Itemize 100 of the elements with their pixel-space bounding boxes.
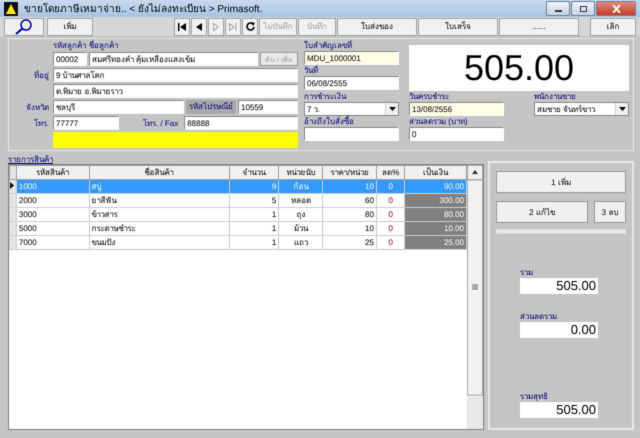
summary-field: 0.00 bbox=[520, 322, 598, 338]
table-cell: ข้าวสาร bbox=[89, 208, 230, 222]
field-label: การชำระเงิน bbox=[304, 92, 348, 101]
input-field[interactable]: 88888 bbox=[184, 116, 298, 130]
input-field[interactable]: 10559 bbox=[238, 100, 298, 114]
input-field[interactable]: 00002 bbox=[53, 52, 87, 66]
field-label: ใบสำคัญเลขที่ bbox=[304, 41, 353, 50]
table-cell: 7000 bbox=[16, 236, 90, 250]
table-cell: หลอด bbox=[278, 194, 323, 208]
action-button[interactable]: 2 แก้ไข bbox=[496, 201, 588, 223]
field-label: วันครบชำระ bbox=[409, 92, 450, 101]
app-logo-icon bbox=[4, 2, 18, 16]
summary-field: 505.00 bbox=[520, 278, 598, 294]
summary-field: 505.00 bbox=[520, 402, 598, 418]
field-label: รหัสลูกค้า bbox=[53, 41, 87, 50]
table-cell: ม้วน bbox=[278, 222, 323, 236]
table-cell: 90.00 bbox=[404, 180, 466, 194]
field-label: ชื่อลูกค้า bbox=[89, 41, 118, 50]
table-cell: ถุง bbox=[278, 208, 323, 222]
table-cell: 2000 bbox=[16, 194, 90, 208]
field-label: ส่วนลดรวม (บาท) bbox=[409, 117, 469, 126]
action-button[interactable]: 1 เพิ่ม bbox=[496, 171, 626, 193]
refresh-button[interactable] bbox=[242, 18, 258, 36]
column-header: ราคา/หน่วย bbox=[322, 166, 376, 180]
field-label: รวม bbox=[520, 268, 534, 277]
close-button[interactable] bbox=[596, 1, 636, 16]
table-cell: 5000 bbox=[16, 222, 90, 236]
table-cell: 60 bbox=[322, 194, 376, 208]
table-cell: 1 bbox=[229, 208, 279, 222]
field-label: รหัสไปรษณีย์ bbox=[186, 100, 236, 114]
table-cell: 1 bbox=[229, 222, 279, 236]
toolbar-button[interactable]: เลิก bbox=[590, 18, 636, 36]
total-display: 505.00 bbox=[409, 45, 629, 91]
toolbar-button[interactable]: ใบเสร็จ bbox=[418, 18, 498, 36]
table-cell: 3000 bbox=[16, 208, 90, 222]
column-header: ชื่อสินค้า bbox=[89, 166, 230, 180]
field-label: ที่อยู่ bbox=[33, 69, 50, 82]
window-title: ขายโดยภาษีเหมาจ่าย.. < ยังไม่ลงทะเบียน > Primasoft. bbox=[24, 2, 264, 16]
table-cell: 1000 bbox=[16, 180, 90, 194]
search-button[interactable] bbox=[4, 18, 44, 36]
field-label: จังหวัด bbox=[25, 102, 50, 114]
input-field[interactable]: MDU_1000001 bbox=[304, 51, 399, 65]
table-cell: 80.00 bbox=[404, 208, 466, 222]
table-cell: ก้อน bbox=[278, 180, 323, 194]
column-header: หน่วยนับ bbox=[278, 166, 323, 180]
column-header: ลด% bbox=[376, 166, 405, 180]
column-header: เป็นเงิน bbox=[404, 166, 466, 180]
field-label: วันที่ bbox=[304, 66, 319, 75]
toolbar-button[interactable]: เพิ่ม bbox=[47, 18, 93, 36]
table-cell: 9 bbox=[229, 180, 279, 194]
table-cell: 25 bbox=[322, 236, 376, 250]
field-label: โทร. / Fax bbox=[142, 118, 180, 130]
table-cell: 80 bbox=[322, 208, 376, 222]
input-field[interactable]: ต.พิมาย อ.พิมายราว bbox=[53, 84, 298, 98]
input-field[interactable]: ชลบุรี bbox=[53, 100, 184, 114]
note-field[interactable] bbox=[53, 132, 298, 148]
items-link[interactable]: รายการสินค้า bbox=[8, 153, 53, 164]
input-field[interactable]: 13/08/2556 bbox=[409, 102, 504, 116]
input-field[interactable]: 0 bbox=[409, 127, 504, 141]
input-field[interactable]: 06/08/2555 bbox=[304, 76, 399, 90]
current-row-icon bbox=[10, 182, 14, 189]
field-label: รวมสุทธิ bbox=[520, 392, 549, 401]
row-selector[interactable] bbox=[10, 180, 16, 194]
toolbar-button[interactable]: ...... bbox=[499, 18, 579, 36]
table-cell: 300.00 bbox=[404, 194, 466, 208]
column-header: รหัสสินค้า bbox=[16, 166, 90, 180]
next-icon bbox=[213, 22, 219, 31]
minimize-button[interactable] bbox=[546, 1, 570, 16]
first-icon bbox=[178, 22, 186, 31]
input-field[interactable]: สมศรีทองคำ คุ้มเหลืองแสงเข้ม bbox=[89, 52, 258, 66]
input-field[interactable]: 9 บ้านศาลโคก bbox=[53, 68, 298, 82]
action-button[interactable]: 3 ลบ bbox=[594, 201, 626, 223]
dropdown-arrow-icon bbox=[388, 107, 396, 111]
field-label: อ้างถึงใบสั่งซื้อ bbox=[304, 117, 355, 126]
field-label: พนักงานขาย bbox=[534, 92, 577, 101]
input-field[interactable]: 77777 bbox=[53, 116, 119, 130]
scrollbar[interactable] bbox=[467, 165, 483, 429]
table-cell: 10.00 bbox=[404, 222, 466, 236]
dropdown[interactable]: 7 ว. bbox=[304, 102, 399, 116]
last-icon bbox=[229, 22, 237, 31]
toolbar-button[interactable]: ใบส่งของ bbox=[337, 18, 417, 36]
table-cell: 10 bbox=[322, 222, 376, 236]
dropdown-arrow-icon bbox=[618, 107, 626, 111]
table-cell: ยาสีฟัน bbox=[89, 194, 230, 208]
input-field[interactable] bbox=[304, 127, 399, 141]
field-label: โทร. bbox=[32, 118, 50, 130]
table-cell: 5 bbox=[229, 194, 279, 208]
dropdown[interactable]: สมชาย จันทร์ขาว bbox=[534, 102, 629, 116]
table-cell: สบู่ bbox=[89, 180, 230, 194]
previous-icon bbox=[196, 22, 202, 31]
column-header: จำนวน bbox=[229, 166, 279, 180]
maximize-icon bbox=[578, 4, 588, 13]
first-button[interactable] bbox=[174, 18, 190, 36]
field-label: ส่วนลดรวม bbox=[520, 312, 558, 321]
refresh-icon bbox=[246, 22, 254, 32]
previous-button[interactable] bbox=[191, 18, 207, 36]
table-cell: 1 bbox=[229, 236, 279, 250]
maximize-button[interactable] bbox=[571, 1, 595, 16]
table-cell: แถว bbox=[278, 236, 323, 250]
table-cell: 25.00 bbox=[404, 236, 466, 250]
